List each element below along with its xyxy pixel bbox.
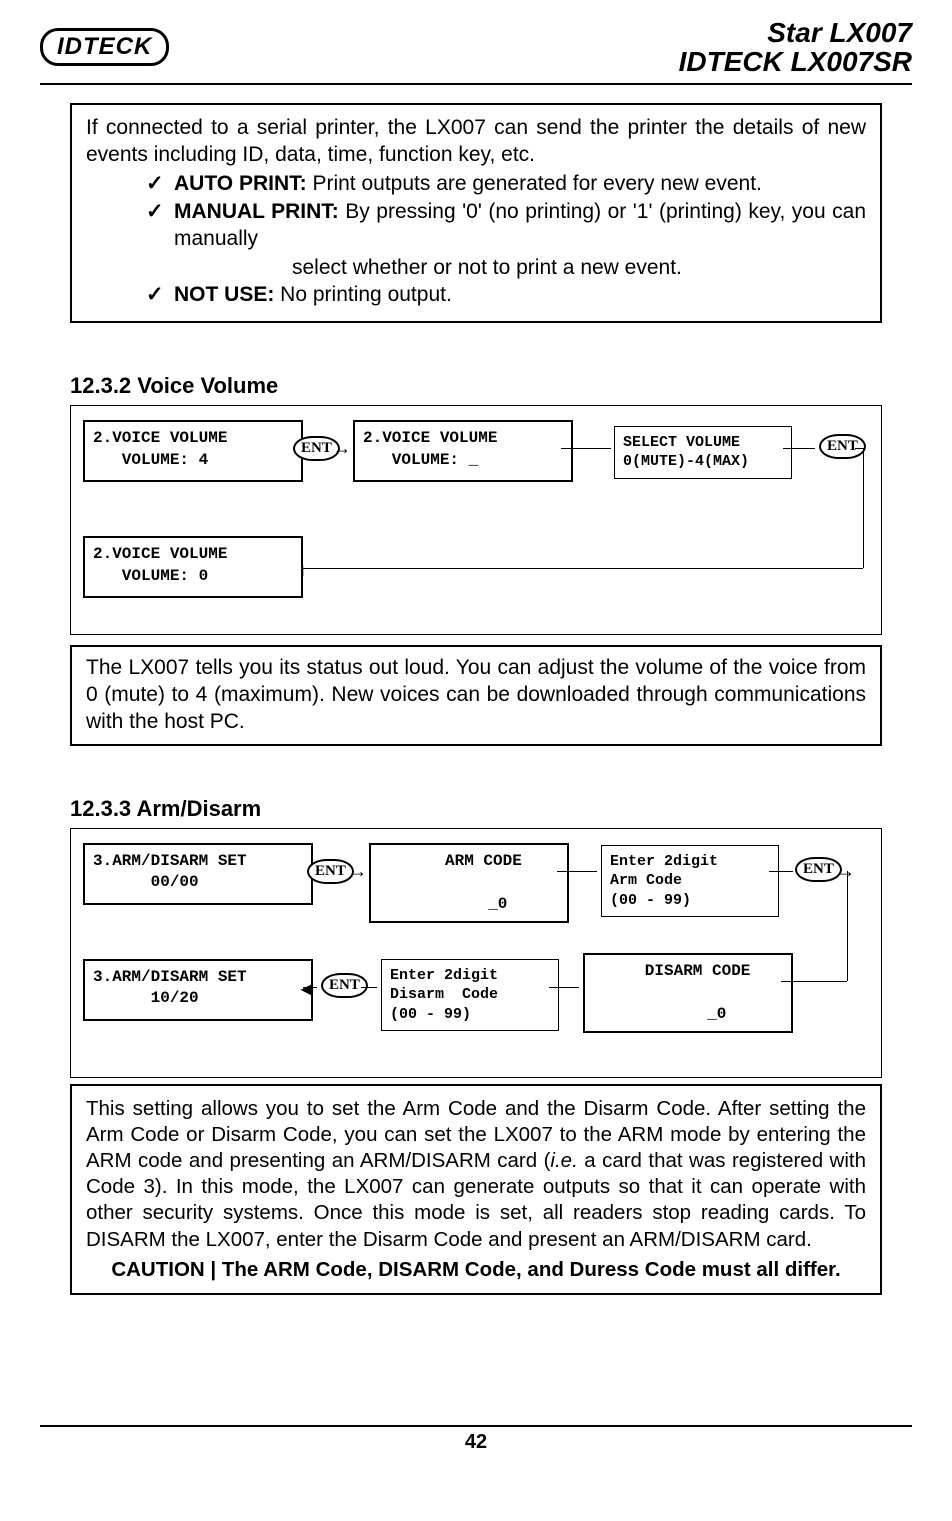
arrow-left-icon: ◄ (295, 979, 317, 1000)
arm-desc-ie: i.e. (550, 1149, 577, 1172)
check-icon: ✓ (146, 171, 174, 198)
check-icon: ✓ (146, 282, 174, 309)
lcd-disarm-code: DISARM CODE _0 (583, 953, 793, 1034)
arm-box: This setting allows you to set the Arm C… (70, 1084, 882, 1296)
logo-left: IDTECK (40, 28, 169, 66)
brand-star: Star (767, 17, 821, 48)
page-header: IDTECK Star LX007 IDTECK LX007SR (40, 18, 912, 85)
connector-line (549, 987, 579, 988)
autoprint-label: AUTO PRINT: (174, 172, 307, 195)
connector-line (769, 871, 793, 872)
voice-hint: SELECT VOLUME 0(MUTE)-4(MAX) (614, 426, 792, 479)
lcd-arm-1: 3.ARM/DISARM SET 00/00 (83, 843, 313, 905)
arrow-right-icon: → (835, 861, 857, 882)
arrow-right-icon: → (331, 438, 353, 459)
page-footer: 42 (40, 1425, 912, 1454)
check-icon: ✓ (146, 199, 174, 253)
model-lx007: LX007 (822, 17, 912, 48)
arm-hint: Enter 2digit Arm Code (00 - 99) (601, 845, 779, 918)
connector-line (561, 448, 611, 449)
connector-line (295, 568, 863, 569)
connector-line (863, 448, 864, 568)
brand-idteck: IDTECK (679, 46, 783, 77)
connector-line (557, 871, 597, 872)
lcd-voice-3: 2.VOICE VOLUME VOLUME: 0 (83, 536, 303, 598)
ent-key: ENT (819, 434, 866, 459)
arm-caution: CAUTION | The ARM Code, DISARM Code, and… (86, 1257, 866, 1283)
lcd-voice-2: 2.VOICE VOLUME VOLUME: _ (353, 420, 573, 482)
connector-line (303, 987, 317, 988)
model-lx007sr: LX007SR (783, 46, 912, 77)
ent-key: ENT (321, 973, 368, 998)
disarm-hint: Enter 2digit Disarm Code (00 - 99) (381, 959, 559, 1032)
logo-right: Star LX007 IDTECK LX007SR (679, 18, 912, 77)
connector-line (781, 981, 847, 982)
arrow-right-icon: → (347, 861, 369, 882)
voice-box: The LX007 tells you its status out loud.… (70, 645, 882, 746)
arm-diagram: 3.ARM/DISARM SET 00/00 ENT → ARM CODE _0… (70, 828, 882, 1078)
printer-box: If connected to a serial printer, the LX… (70, 103, 882, 323)
connector-line (783, 448, 815, 449)
notuse-label: NOT USE: (174, 283, 274, 306)
autoprint-desc: Print outputs are generated for every ne… (307, 172, 762, 195)
page-number: 42 (465, 1431, 487, 1453)
voice-diagram: 2.VOICE VOLUME VOLUME: 4 ENT → 2.VOICE V… (70, 405, 882, 635)
section-title-voice: 12.3.2 Voice Volume (70, 373, 882, 399)
notuse-desc: No printing output. (274, 283, 451, 306)
connector-line (847, 871, 848, 981)
printer-intro: If connected to a serial printer, the LX… (86, 115, 866, 169)
manualprint-cont: select whether or not to print a new eve… (146, 255, 866, 282)
lcd-arm-code: ARM CODE _0 (369, 843, 569, 924)
connector-line (361, 987, 377, 988)
section-title-arm: 12.3.3 Arm/Disarm (70, 796, 882, 822)
lcd-voice-1: 2.VOICE VOLUME VOLUME: 4 (83, 420, 303, 482)
lcd-arm-2: 3.ARM/DISARM SET 10/20 (83, 959, 313, 1021)
connector-line (855, 448, 863, 449)
manualprint-label: MANUAL PRINT: (174, 200, 339, 223)
